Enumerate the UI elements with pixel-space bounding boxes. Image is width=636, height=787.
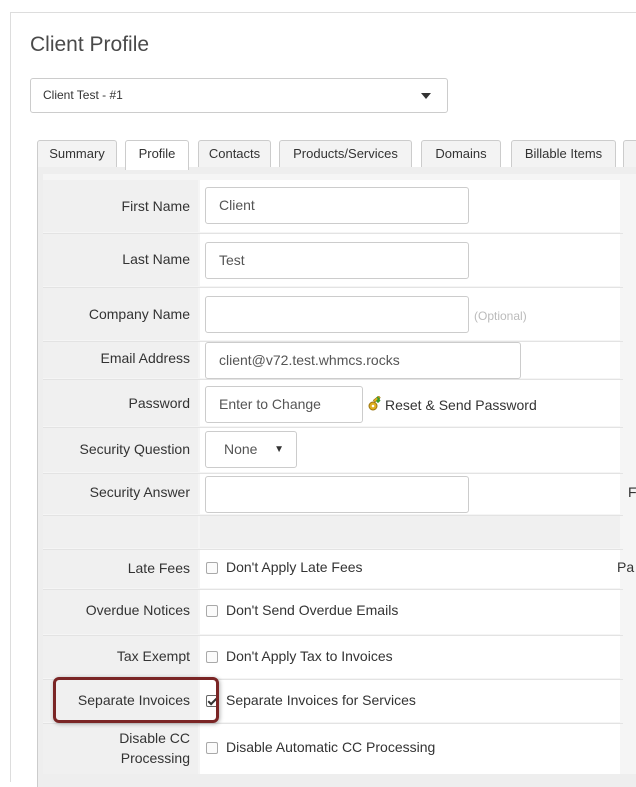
security-answer-label: Security Answer	[43, 474, 198, 514]
overdue-notices-checkbox-label[interactable]: Don't Send Overdue Emails	[226, 602, 398, 618]
blank-field-cell	[200, 516, 620, 548]
tab-contacts[interactable]: Contacts	[198, 140, 271, 168]
tax-exempt-checkbox-label[interactable]: Don't Apply Tax to Invoices	[226, 648, 393, 664]
optional-hint: (Optional)	[474, 309, 527, 323]
reset-send-password-label: Reset & Send Password	[385, 397, 537, 413]
disable-cc-processing-label: Disable CC Processing	[43, 724, 198, 774]
client-tabs: Summary Profile Contacts Products/Servic…	[37, 140, 636, 170]
late-fees-checkbox[interactable]	[206, 562, 218, 574]
company-name-label: Company Name	[43, 288, 198, 340]
tab-profile[interactable]: Profile	[125, 140, 189, 170]
company-name-input[interactable]	[205, 296, 469, 333]
last-name-label: Last Name	[43, 234, 198, 286]
disable-cc-processing-checkbox-label[interactable]: Disable Automatic CC Processing	[226, 739, 435, 755]
tab-summary[interactable]: Summary	[37, 140, 117, 168]
separate-invoices-label: Separate Invoices	[43, 680, 198, 722]
right-column-label-cutoff: Pa	[617, 559, 635, 575]
tax-exempt-label: Tax Exempt	[43, 636, 198, 678]
first-name-input[interactable]: Client	[205, 187, 469, 224]
overdue-notices-checkbox[interactable]	[206, 605, 218, 617]
blank-label-cell	[43, 516, 198, 548]
chevron-down-icon: ▼	[274, 444, 284, 455]
security-question-value: None	[224, 441, 258, 457]
security-answer-input[interactable]	[205, 476, 469, 513]
tab-more[interactable]	[623, 140, 636, 168]
email-label: Email Address	[43, 342, 198, 378]
security-question-label: Security Question	[43, 428, 198, 472]
key-icon	[367, 395, 383, 412]
disable-cc-label-line2: Processing	[120, 750, 190, 766]
first-name-label: First Name	[43, 180, 198, 232]
separate-invoices-checkbox[interactable]	[206, 695, 218, 707]
tax-exempt-checkbox[interactable]	[206, 651, 218, 663]
page-title: Client Profile	[30, 33, 150, 56]
overdue-notices-label: Overdue Notices	[43, 590, 198, 634]
right-column-label-cutoff: F	[628, 484, 636, 500]
reset-send-password-link[interactable]: Reset & Send Password	[367, 395, 537, 413]
security-question-select[interactable]: None ▼	[205, 431, 297, 468]
tab-billable-items[interactable]: Billable Items	[511, 140, 616, 168]
tab-products-services[interactable]: Products/Services	[279, 140, 412, 168]
last-name-input[interactable]: Test	[205, 242, 469, 279]
late-fees-label: Late Fees	[43, 550, 198, 588]
disable-cc-processing-checkbox[interactable]	[206, 742, 218, 754]
password-input[interactable]: Enter to Change	[205, 386, 363, 423]
separate-invoices-checkbox-label[interactable]: Separate Invoices for Services	[226, 692, 416, 708]
tab-domains[interactable]: Domains	[421, 140, 501, 168]
disable-cc-label-line1: Disable CC	[119, 730, 190, 746]
client-select-dropdown[interactable]: Client Test - #1	[30, 78, 448, 113]
email-input[interactable]: client@v72.test.whmcs.rocks	[205, 342, 521, 379]
chevron-down-icon	[421, 93, 431, 99]
late-fees-checkbox-label[interactable]: Don't Apply Late Fees	[226, 559, 363, 575]
client-select-value: Client Test - #1	[43, 88, 123, 102]
password-label: Password	[43, 380, 198, 426]
